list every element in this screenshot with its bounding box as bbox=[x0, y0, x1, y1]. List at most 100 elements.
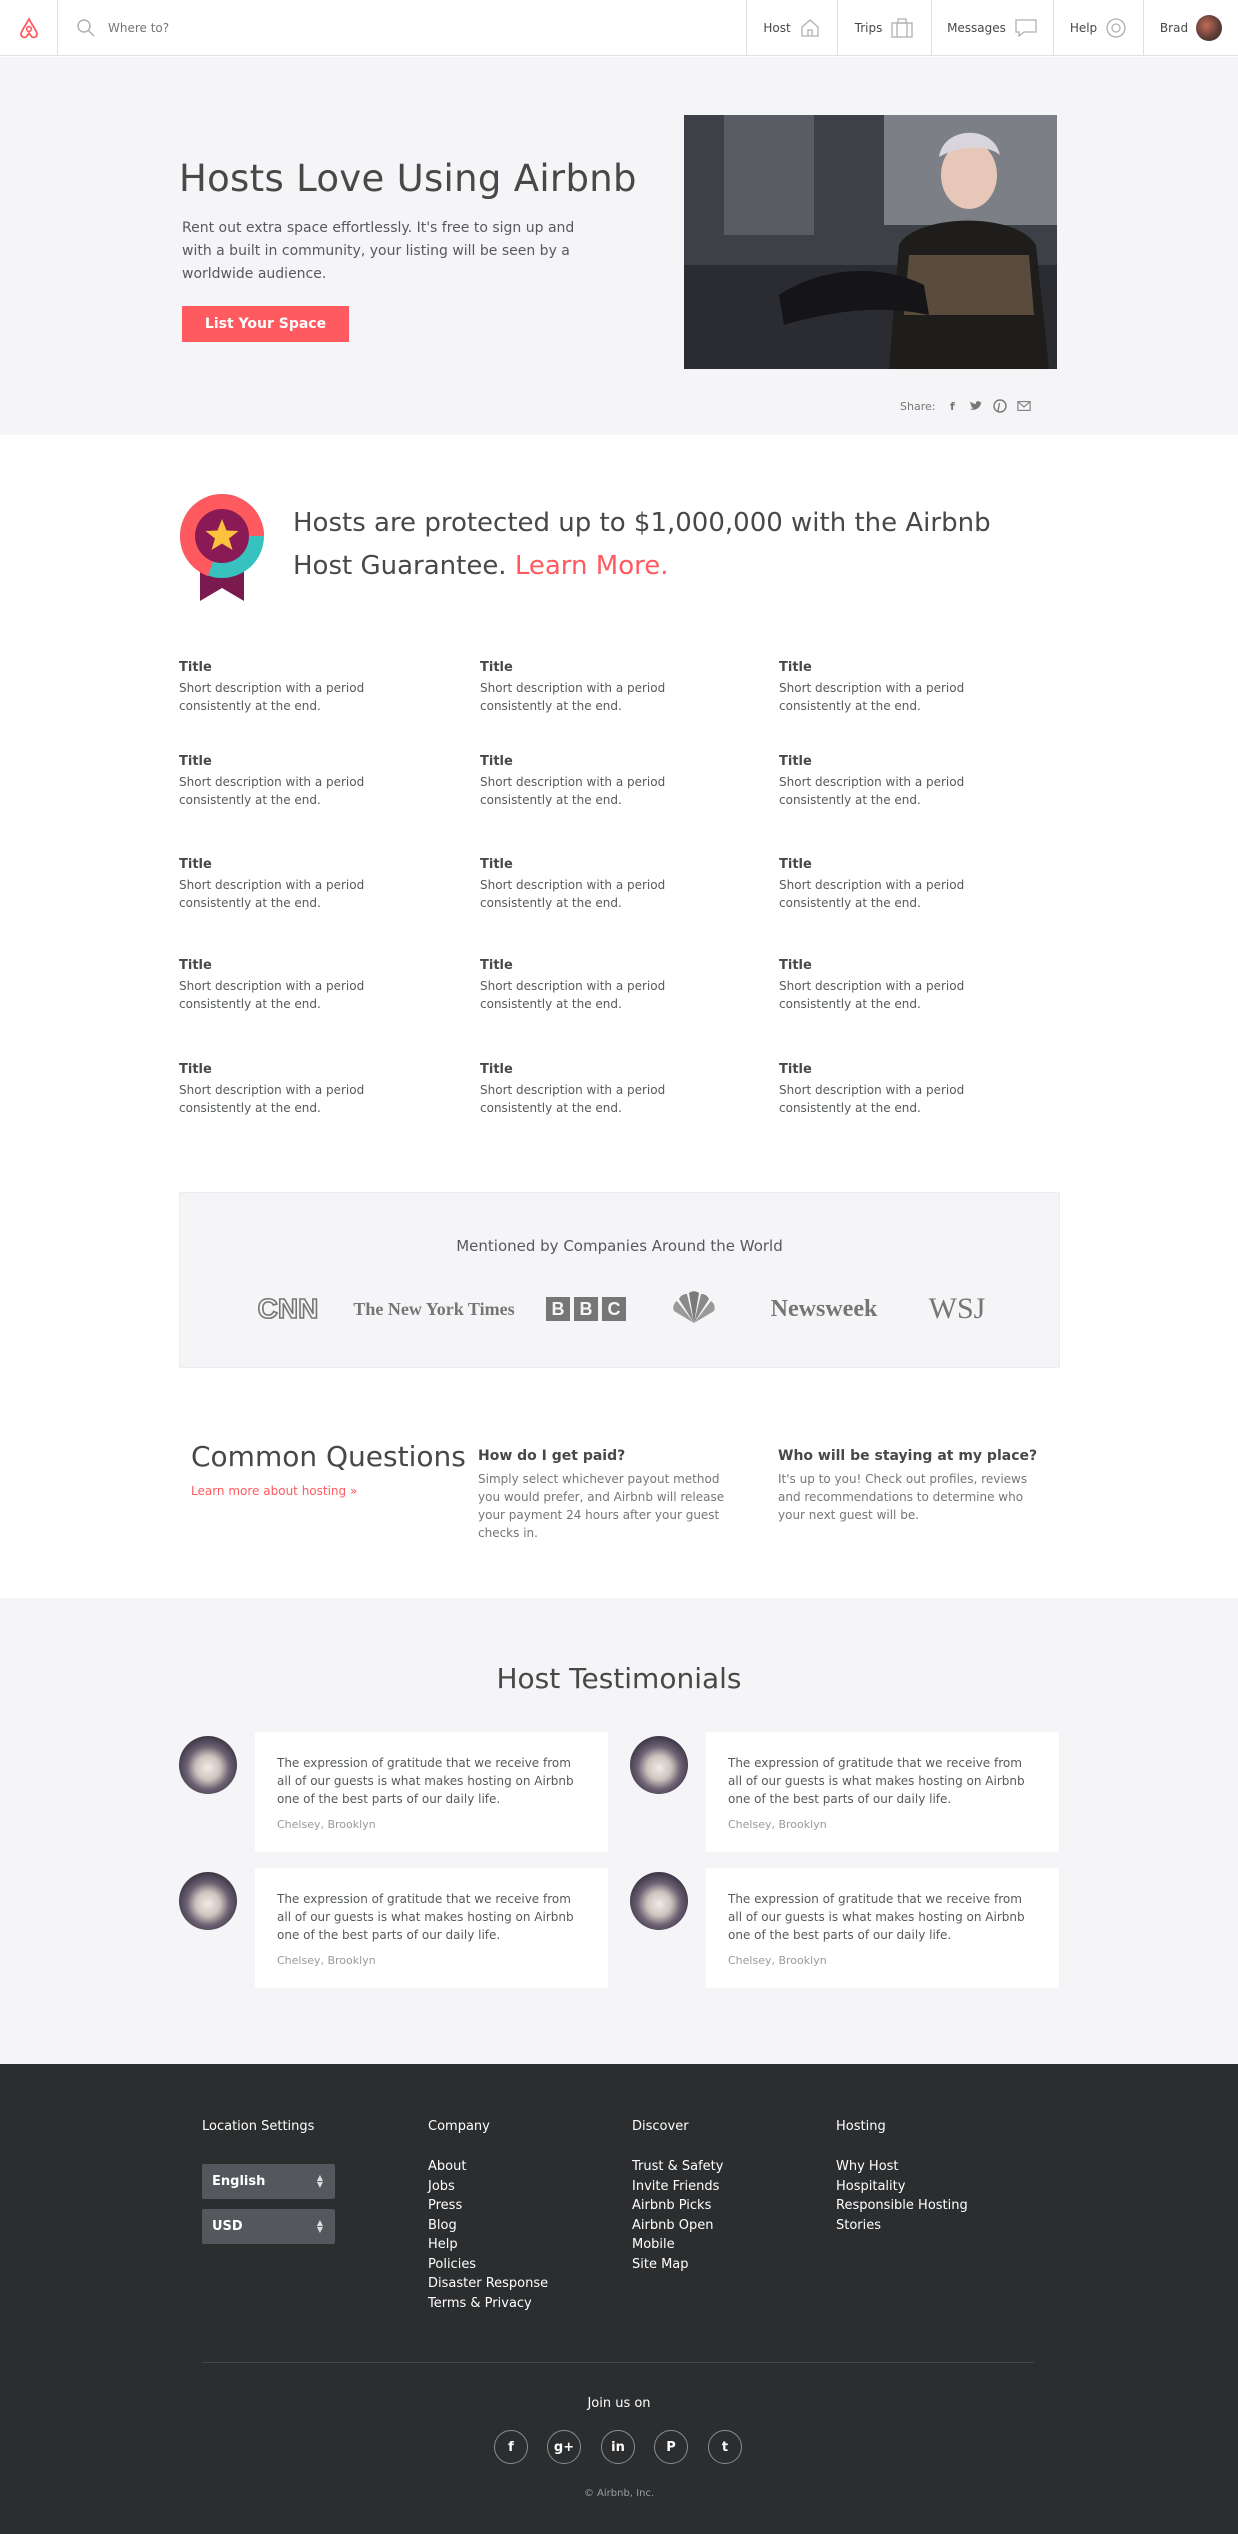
footer-link-responsible-hosting[interactable]: Responsible Hosting bbox=[836, 2196, 968, 2216]
hero-section: Hosts Love Using Airbnb Rent out extra s… bbox=[0, 57, 1238, 435]
feature-item: Title Short description with a period con… bbox=[480, 857, 740, 912]
suitcase-icon bbox=[891, 18, 913, 38]
feature-title: Title bbox=[480, 660, 513, 675]
email-share-icon[interactable] bbox=[1017, 399, 1032, 413]
feature-item: Title Short description with a period con… bbox=[179, 857, 439, 912]
google-plus-icon[interactable]: g+ bbox=[547, 2430, 581, 2464]
testimonial-card: The expression of gratitude that we rece… bbox=[706, 1732, 1059, 1852]
nbc-peacock-logo-icon bbox=[664, 1289, 724, 1329]
footer-link-site-map[interactable]: Site Map bbox=[632, 2255, 723, 2275]
feature-title: Title bbox=[779, 1062, 812, 1077]
list-your-space-button[interactable]: List Your Space bbox=[182, 306, 349, 342]
airbnb-logo-icon[interactable] bbox=[0, 0, 58, 56]
facebook-icon[interactable]: f bbox=[494, 2430, 528, 2464]
nav-profile-name: Brad bbox=[1159, 21, 1189, 35]
feature-description: Short description with a period consiste… bbox=[779, 1083, 965, 1115]
press-section: Mentioned by Companies Around the World … bbox=[179, 1192, 1060, 1368]
message-bubble-icon bbox=[1015, 19, 1037, 38]
testimonial-author: Chelsey, Brooklyn bbox=[277, 1954, 376, 1967]
currency-value: USD bbox=[212, 2219, 243, 2234]
pinterest-share-icon[interactable] bbox=[993, 399, 1008, 413]
testimonial-avatar bbox=[179, 1736, 237, 1794]
footer-link-policies[interactable]: Policies bbox=[428, 2255, 548, 2275]
feature-description: Short description with a period consiste… bbox=[480, 681, 666, 713]
footer-divider bbox=[202, 2362, 1034, 2363]
search-input[interactable]: Where to? bbox=[108, 21, 169, 35]
host-guarantee-badge-icon bbox=[178, 494, 266, 604]
nav-messages[interactable]: Messages bbox=[931, 0, 1053, 56]
footer-link-invite-friends[interactable]: Invite Friends bbox=[632, 2177, 723, 2197]
feature-title: Title bbox=[480, 1062, 513, 1077]
feature-description: Short description with a period consiste… bbox=[480, 979, 666, 1011]
user-avatar[interactable] bbox=[1196, 15, 1223, 41]
learn-more-hosting-link[interactable]: Learn more about hosting » bbox=[191, 1484, 357, 1498]
feature-item: Title Short description with a period con… bbox=[480, 660, 740, 715]
cnn-logo: CNN bbox=[255, 1289, 321, 1329]
twitter-share-icon[interactable] bbox=[969, 399, 983, 413]
feature-description: Short description with a period consiste… bbox=[179, 979, 365, 1011]
footer-link-trust-safety[interactable]: Trust & Safety bbox=[632, 2157, 723, 2177]
feature-description: Short description with a period consiste… bbox=[179, 775, 365, 807]
feature-title: Title bbox=[179, 857, 212, 872]
learn-more-link[interactable]: Learn More. bbox=[515, 551, 669, 581]
footer-link-blog[interactable]: Blog bbox=[428, 2216, 548, 2236]
testimonial-author: Chelsey, Brooklyn bbox=[277, 1818, 376, 1831]
feature-item: Title Short description with a period con… bbox=[480, 958, 740, 1013]
feature-item: Title Short description with a period con… bbox=[179, 958, 439, 1013]
faq-answer: Simply select whichever payout method yo… bbox=[478, 1472, 725, 1540]
pinterest-icon[interactable]: P bbox=[654, 2430, 688, 2464]
faq-answer: It's up to you! Check out profiles, revi… bbox=[778, 1472, 1028, 1522]
nyt-logo: The New York Times bbox=[353, 1298, 515, 1319]
twitter-icon[interactable]: t bbox=[708, 2430, 742, 2464]
footer-link-stories[interactable]: Stories bbox=[836, 2216, 968, 2236]
footer-link-disaster-response[interactable]: Disaster Response bbox=[428, 2274, 548, 2294]
footer-link-airbnb-picks[interactable]: Airbnb Picks bbox=[632, 2196, 723, 2216]
testimonial-avatar bbox=[630, 1872, 688, 1930]
testimonial-quote: The expression of gratitude that we rece… bbox=[277, 1892, 574, 1942]
feature-description: Short description with a period consiste… bbox=[480, 1083, 666, 1115]
feature-description: Short description with a period consiste… bbox=[179, 681, 365, 713]
svg-text:CNN: CNN bbox=[258, 1294, 319, 1324]
top-nav: Where to? Host Trips Messages Help Brad bbox=[0, 0, 1238, 56]
host-guarantee-text: Hosts are protected up to $1,000,000 wit… bbox=[293, 502, 993, 588]
feature-title: Title bbox=[779, 958, 812, 973]
search-bar[interactable]: Where to? bbox=[58, 0, 746, 56]
footer-link-why-host[interactable]: Why Host bbox=[836, 2157, 968, 2177]
nav-profile[interactable]: Brad bbox=[1143, 0, 1238, 56]
faq-question: Who will be staying at my place? bbox=[778, 1448, 1038, 1464]
faq-question: How do I get paid? bbox=[478, 1448, 626, 1464]
share-label: Share: bbox=[900, 399, 936, 413]
footer-link-airbnb-open[interactable]: Airbnb Open bbox=[632, 2216, 723, 2236]
testimonials-title: Host Testimonials bbox=[496, 1662, 742, 1695]
company-links: About Jobs Press Blog Help Policies Disa… bbox=[428, 2157, 548, 2313]
nav-host[interactable]: Host bbox=[746, 0, 837, 56]
footer-link-hospitality[interactable]: Hospitality bbox=[836, 2177, 968, 2197]
feature-item: Title Short description with a period con… bbox=[480, 1062, 740, 1117]
facebook-share-icon[interactable]: f bbox=[945, 399, 959, 413]
testimonial-card: The expression of gratitude that we rece… bbox=[706, 1868, 1059, 1988]
language-select[interactable]: English ▲ ▼ bbox=[202, 2164, 335, 2199]
wsj-logo: WSJ bbox=[928, 1292, 986, 1325]
nav-help[interactable]: Help bbox=[1053, 0, 1143, 56]
footer-link-help[interactable]: Help bbox=[428, 2235, 548, 2255]
testimonial-quote: The expression of gratitude that we rece… bbox=[728, 1756, 1025, 1806]
feature-item: Title Short description with a period con… bbox=[779, 958, 1039, 1013]
company-title: Company bbox=[428, 2119, 490, 2134]
feature-title: Title bbox=[179, 660, 212, 675]
footer-link-terms[interactable]: Terms & Privacy bbox=[428, 2294, 548, 2314]
footer: Location Settings English ▲ ▼ USD ▲ ▼ Comp… bbox=[0, 2064, 1238, 2534]
feature-item: Title Short description with a period con… bbox=[779, 660, 1039, 715]
nav-trips[interactable]: Trips bbox=[837, 0, 931, 56]
footer-link-mobile[interactable]: Mobile bbox=[632, 2235, 723, 2255]
feature-item: Title Short description with a period con… bbox=[480, 754, 740, 809]
footer-link-about[interactable]: About bbox=[428, 2157, 548, 2177]
footer-link-press[interactable]: Press bbox=[428, 2196, 548, 2216]
testimonial-author: Chelsey, Brooklyn bbox=[728, 1954, 827, 1967]
linkedin-icon[interactable]: in bbox=[601, 2430, 635, 2464]
hero-host-photo bbox=[684, 115, 1057, 369]
house-icon bbox=[801, 19, 819, 37]
language-value: English bbox=[212, 2174, 266, 2189]
feature-title: Title bbox=[779, 660, 812, 675]
currency-select[interactable]: USD ▲ ▼ bbox=[202, 2209, 335, 2244]
footer-link-jobs[interactable]: Jobs bbox=[428, 2177, 548, 2197]
